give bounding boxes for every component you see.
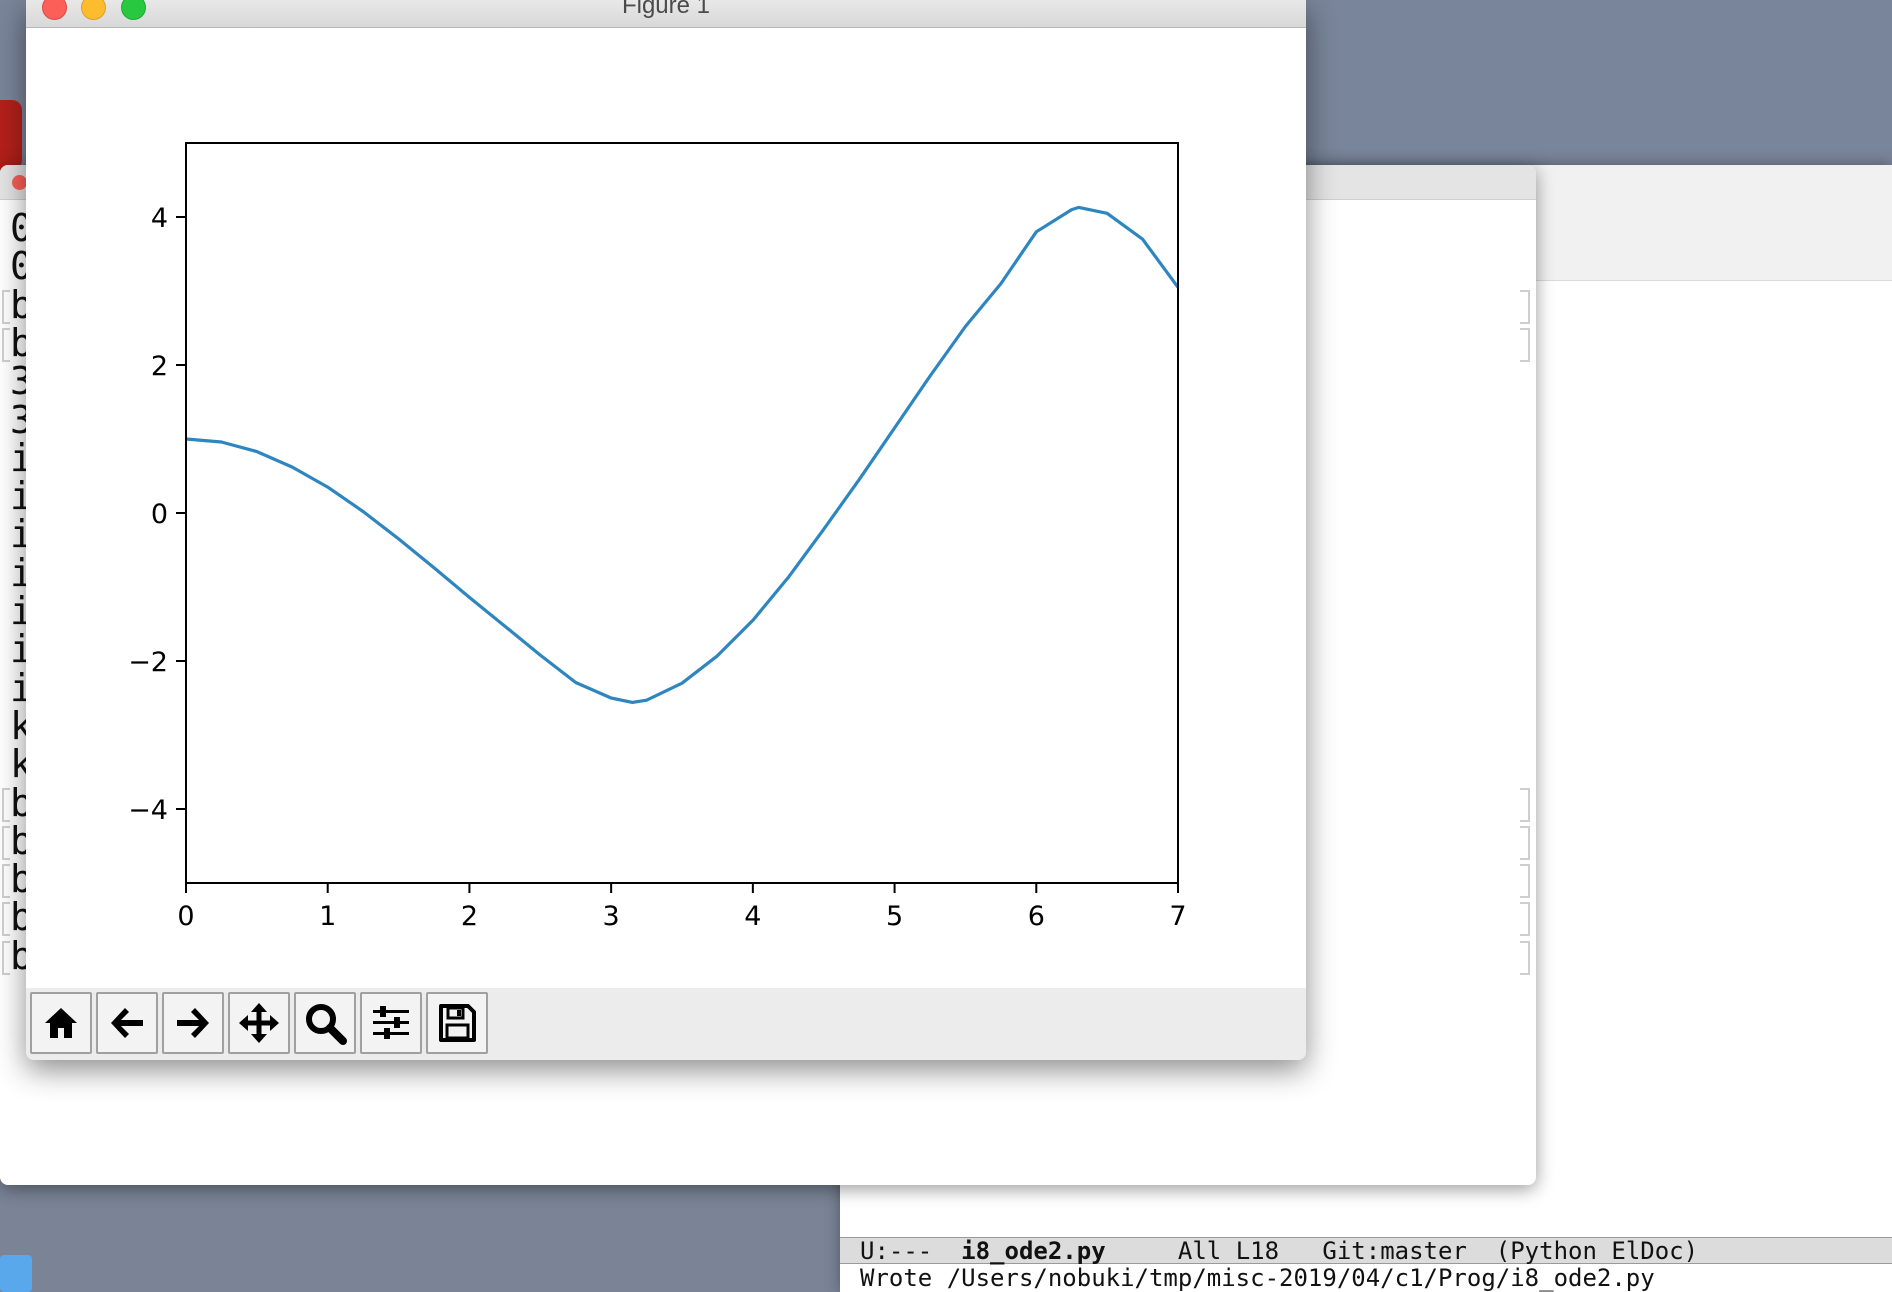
navigation-toolbar	[26, 988, 1306, 1060]
x-tick-label: 1	[319, 901, 336, 932]
terminal-close-button[interactable]	[12, 175, 27, 190]
figure-title: Figure 1	[621, 0, 711, 19]
zoom-icon	[306, 1004, 347, 1045]
x-tick-label: 5	[886, 901, 903, 932]
forward-arrow-icon	[177, 1008, 209, 1038]
x-tick-label: 4	[744, 901, 761, 932]
figure-window[interactable]: Figure 1 0 1 2 3 4 5 6 7 4 2 0 −2 −4	[26, 0, 1306, 1060]
x-tick-label: 2	[461, 901, 478, 932]
terminal-mark-right	[1520, 327, 1530, 362]
plot-axes-frame	[185, 142, 1179, 884]
x-tick-label: 6	[1028, 901, 1045, 932]
x-tick-label: 0	[177, 901, 194, 932]
terminal-mark-right	[1520, 787, 1530, 822]
configure-subplots-icon	[373, 1006, 409, 1039]
home-icon	[45, 1008, 77, 1038]
pan-icon	[239, 1003, 279, 1043]
save-icon	[439, 1004, 476, 1042]
emacs-mode-line: U:--- i8_ode2.py All L18 Git:master (Pyt…	[840, 1237, 1892, 1265]
pan-button[interactable]	[228, 992, 290, 1054]
terminal-mark-left	[2, 327, 10, 362]
terminal-mark-left	[2, 787, 10, 822]
terminal-mark-right	[1520, 289, 1530, 324]
home-button[interactable]	[30, 992, 92, 1054]
terminal-mark-right	[1520, 864, 1530, 899]
figure-titlebar: Figure 1	[26, 0, 1306, 28]
y-tick-label: −2	[128, 647, 168, 678]
terminal-mark-left	[2, 940, 10, 975]
terminal-mark-left	[2, 289, 10, 324]
back-button[interactable]	[96, 992, 158, 1054]
y-tick-label: −4	[128, 795, 168, 826]
terminal-mark-right	[1520, 940, 1530, 975]
desktop-folder-icon[interactable]	[0, 1255, 32, 1292]
desktop-partial-window	[0, 100, 22, 170]
y-tick-label: 2	[151, 351, 168, 382]
modeline-info: All L18 Git:master (Python ElDoc)	[1105, 1237, 1699, 1265]
modeline-state: U:---	[860, 1237, 962, 1265]
back-arrow-icon	[111, 1008, 143, 1038]
series-line-0	[185, 205, 1180, 704]
forward-button[interactable]	[162, 992, 224, 1054]
terminal-mark-right	[1520, 902, 1530, 937]
terminal-mark-left	[2, 825, 10, 860]
configure-subplots-button[interactable]	[360, 992, 422, 1054]
terminal-mark-right	[1520, 825, 1530, 860]
x-tick-label: 3	[603, 901, 620, 932]
terminal-mark-left	[2, 902, 10, 937]
modeline-buffer-name: i8_ode2.py	[961, 1237, 1106, 1265]
terminal-mark-left	[2, 864, 10, 899]
line-chart[interactable]: 0 1 2 3 4 5 6 7 4 2 0 −2 −4	[26, 28, 1306, 988]
y-tick-label: 0	[151, 499, 168, 530]
emacs-echo-area: Wrote /Users/nobuki/tmp/misc-2019/04/c1/…	[860, 1264, 1655, 1292]
x-tick-label: 7	[1169, 901, 1186, 932]
save-button[interactable]	[426, 992, 488, 1054]
zoom-button[interactable]	[294, 992, 356, 1054]
y-tick-label: 4	[151, 203, 168, 234]
